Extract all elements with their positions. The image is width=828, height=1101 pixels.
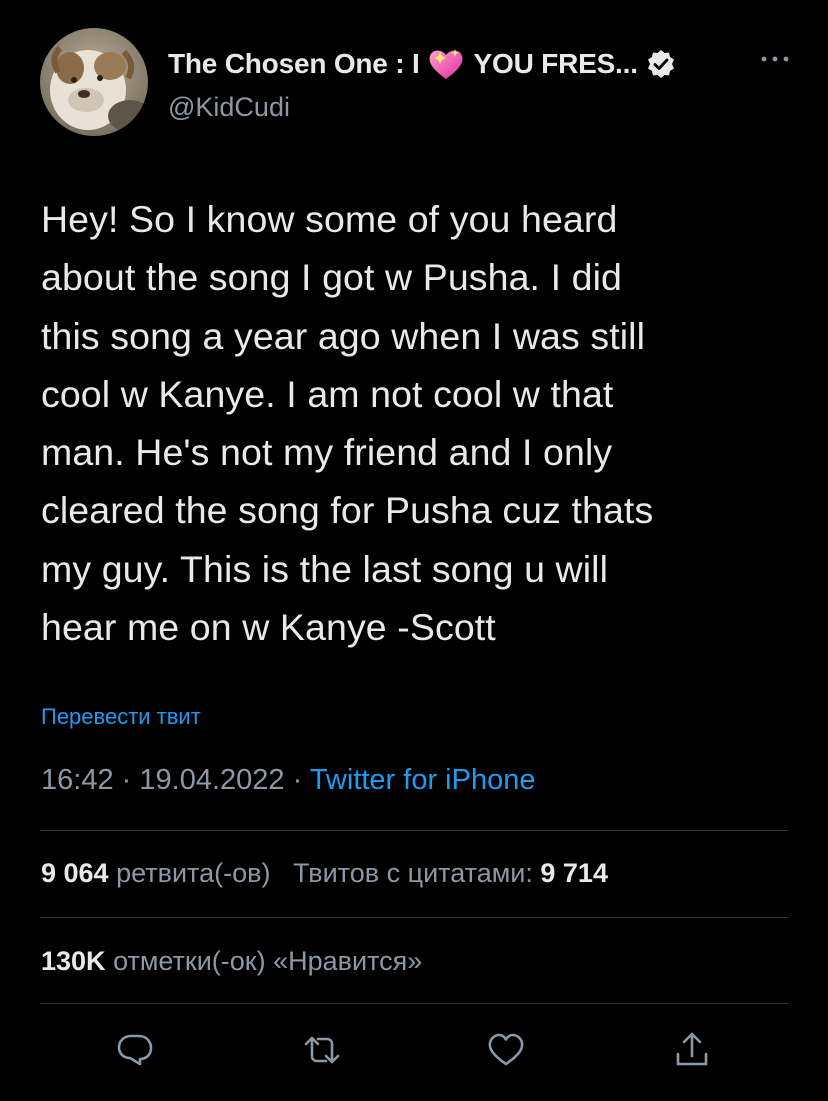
avatar[interactable] [40,28,148,136]
tweet-header: The Chosen One : I YOU FRES... @KidCudi [40,26,790,138]
retweet-quote-stats: 9 064 ретвита(-ов) Твитов с цитатами: 9 … [41,858,608,889]
likes-stat[interactable]: 130K отметки(-ок) «Нравится» [41,946,422,977]
display-name-prefix: The Chosen One : I [168,48,420,79]
tweet-time[interactable]: 16:42 [41,764,114,796]
like-button[interactable] [484,1028,528,1072]
user-handle[interactable]: @KidCudi [168,92,290,123]
quotes-label: Твитов с цитатами: [292,858,533,888]
reply-icon [113,1028,157,1072]
meta-separator: · [292,764,303,796]
divider [40,830,788,831]
verified-badge-icon [646,49,676,79]
display-name-suffix: YOU FRES... [473,48,638,79]
share-button[interactable] [670,1028,714,1072]
share-icon [670,1028,714,1072]
heart-outline-icon [484,1028,528,1072]
retweet-button[interactable] [300,1028,344,1072]
tweet-action-bar [0,1028,828,1078]
more-options-icon[interactable] [760,52,790,64]
tweet-text: Hey! So I know some of you heard about t… [41,198,654,649]
sparkling-heart-icon [426,46,466,82]
tweet-date[interactable]: 19.04.2022 [139,764,284,796]
retweet-icon [300,1028,344,1072]
display-name-row[interactable]: The Chosen One : I YOU FRES... [168,46,676,82]
tweet-source-link[interactable]: Twitter for iPhone [310,764,536,796]
divider [40,917,788,918]
reply-button[interactable] [113,1028,157,1072]
divider [40,1003,788,1004]
likes-label: отметки(-ок) «Нравится» [113,946,423,976]
meta-separator: · [121,764,132,796]
retweets-count: 9 064 [41,858,109,888]
translate-tweet-link[interactable]: Перевести твит [41,704,201,730]
tweet-meta: 16:42 · 19.04.2022 · Twitter for iPhone [41,764,535,797]
quotes-count: 9 714 [540,858,608,888]
retweets-stat[interactable]: 9 064 ретвита(-ов) [41,858,270,888]
retweets-label: ретвита(-ов) [116,858,271,888]
likes-count: 130K [41,946,106,976]
quotes-stat[interactable]: Твитов с цитатами: 9 714 [293,858,608,888]
